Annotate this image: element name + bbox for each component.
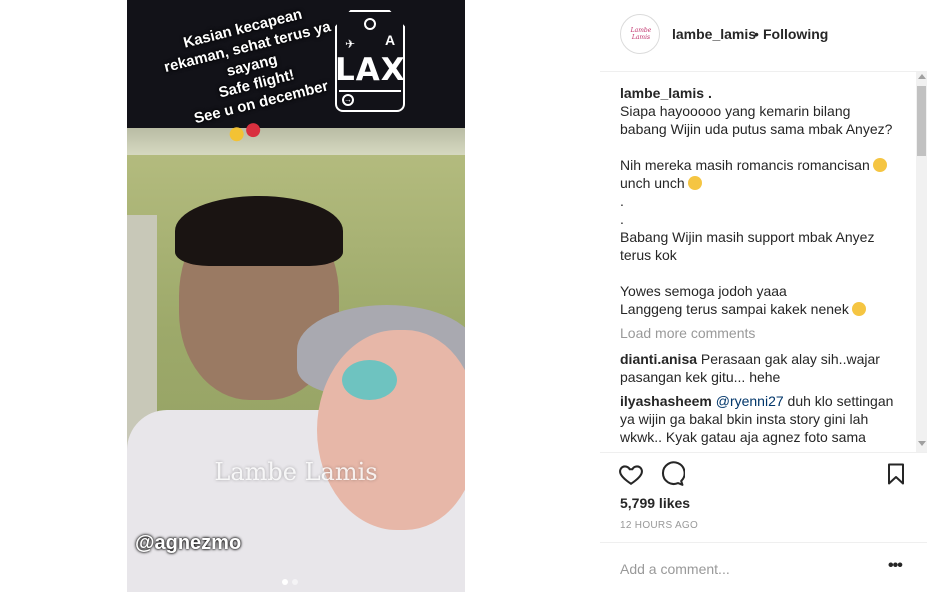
header-separator: • (754, 26, 759, 42)
caption-line: . (620, 211, 624, 227)
instagram-post-view: Kasian kecapean rekaman, sehat terus ya … (0, 0, 927, 592)
comment-mention-link[interactable]: @ryenni27 (716, 393, 784, 409)
grin-emoji-icon (687, 176, 702, 190)
watermark: Lambe Lamis (214, 458, 378, 486)
photo-blue-hair (342, 360, 397, 400)
caption-line (620, 138, 905, 156)
caption-line: . (620, 193, 624, 209)
add-comment-bar: ••• (600, 542, 927, 592)
comment-item: ilyashasheem @ryenni27 duh klo settingan… (620, 392, 905, 446)
post-timestamp: 12 HOURS AGO (620, 520, 699, 531)
caption-line: Nih mereka masih romancis romancisan (620, 156, 905, 174)
grin-emoji-icon (872, 158, 887, 172)
post-details-panel: Lambe Lamis lambe_lamis • Following lamb… (600, 0, 927, 592)
carousel-dot[interactable] (282, 579, 288, 585)
carousel-dots (282, 572, 312, 585)
comment-button[interactable] (659, 461, 687, 489)
avatar-logo-text: Lambe Lamis (630, 27, 652, 41)
scroll-down-arrow-icon[interactable] (918, 441, 926, 446)
heart-icon (619, 465, 643, 485)
wink-emoji-icon (228, 125, 246, 143)
comment-item: dianti.anisa Perasaan gak alay sih..waja… (620, 350, 905, 386)
caption-text: unch unch (620, 175, 685, 191)
airplane-icon: ✈ (345, 37, 356, 51)
avatar[interactable]: Lambe Lamis (620, 14, 660, 54)
tag-airport-code: LAX (335, 52, 406, 88)
action-bar (600, 452, 927, 494)
caption-line: terus kok (620, 247, 677, 263)
tag-hole (364, 18, 376, 30)
caption-text: Nih mereka masih romancis romancisan (620, 157, 870, 173)
left-margin (0, 0, 127, 592)
photo-person-woman (317, 330, 465, 530)
caption-text: Langgeng terus sampai kakek nenek (620, 301, 849, 317)
post-media[interactable]: Kasian kecapean rekaman, sehat terus ya … (127, 0, 465, 592)
tag-divider (339, 90, 401, 92)
caption-line: Yowes semoga jodoh yaaa (620, 283, 787, 299)
load-more-comments-button[interactable]: Load more comments (620, 324, 905, 344)
post-header: Lambe Lamis lambe_lamis • Following (600, 0, 927, 72)
comment-icon (661, 461, 686, 486)
comments-list: lambe_lamis . Siapa hayooooo yang kemari… (620, 84, 905, 450)
carousel-dot[interactable] (292, 579, 298, 585)
more-options-button[interactable]: ••• (888, 558, 910, 575)
arrow-right-icon: → (342, 94, 354, 106)
caption-line: babang Wijin uda putus sama mbak Anyez? (620, 121, 893, 137)
caption-line: unch unch (620, 174, 905, 192)
caption-line: Siapa hayooooo yang kemarin bilang (620, 103, 851, 119)
bookmark-icon (888, 463, 904, 485)
photo-hair (175, 196, 343, 266)
lips-emoji-icon (244, 121, 262, 139)
caption-line: Langgeng terus sampai kakek nenek (620, 300, 905, 318)
likes-count[interactable]: 5,799 likes (620, 495, 690, 511)
header-username[interactable]: lambe_lamis (672, 26, 756, 42)
story-mention: @agnezmo (135, 532, 242, 554)
caption-username[interactable]: lambe_lamis . (620, 84, 905, 102)
save-button[interactable] (884, 461, 912, 489)
comment-username[interactable]: ilyashasheem (620, 393, 712, 409)
luggage-tag-sticker: ✈ A LAX → (335, 10, 405, 112)
comment-input[interactable] (620, 558, 880, 580)
like-button[interactable] (618, 461, 646, 489)
caption-line (620, 264, 905, 282)
tag-letter: A (385, 32, 396, 48)
scroll-up-arrow-icon[interactable] (918, 74, 926, 79)
scrollbar-thumb[interactable] (917, 86, 926, 156)
comment-username[interactable]: dianti.anisa (620, 351, 697, 367)
kiss-emoji-icon (851, 302, 866, 316)
following-button[interactable]: Following (763, 26, 828, 42)
caption-line: Babang Wijin masih support mbak Anyez (620, 229, 875, 245)
